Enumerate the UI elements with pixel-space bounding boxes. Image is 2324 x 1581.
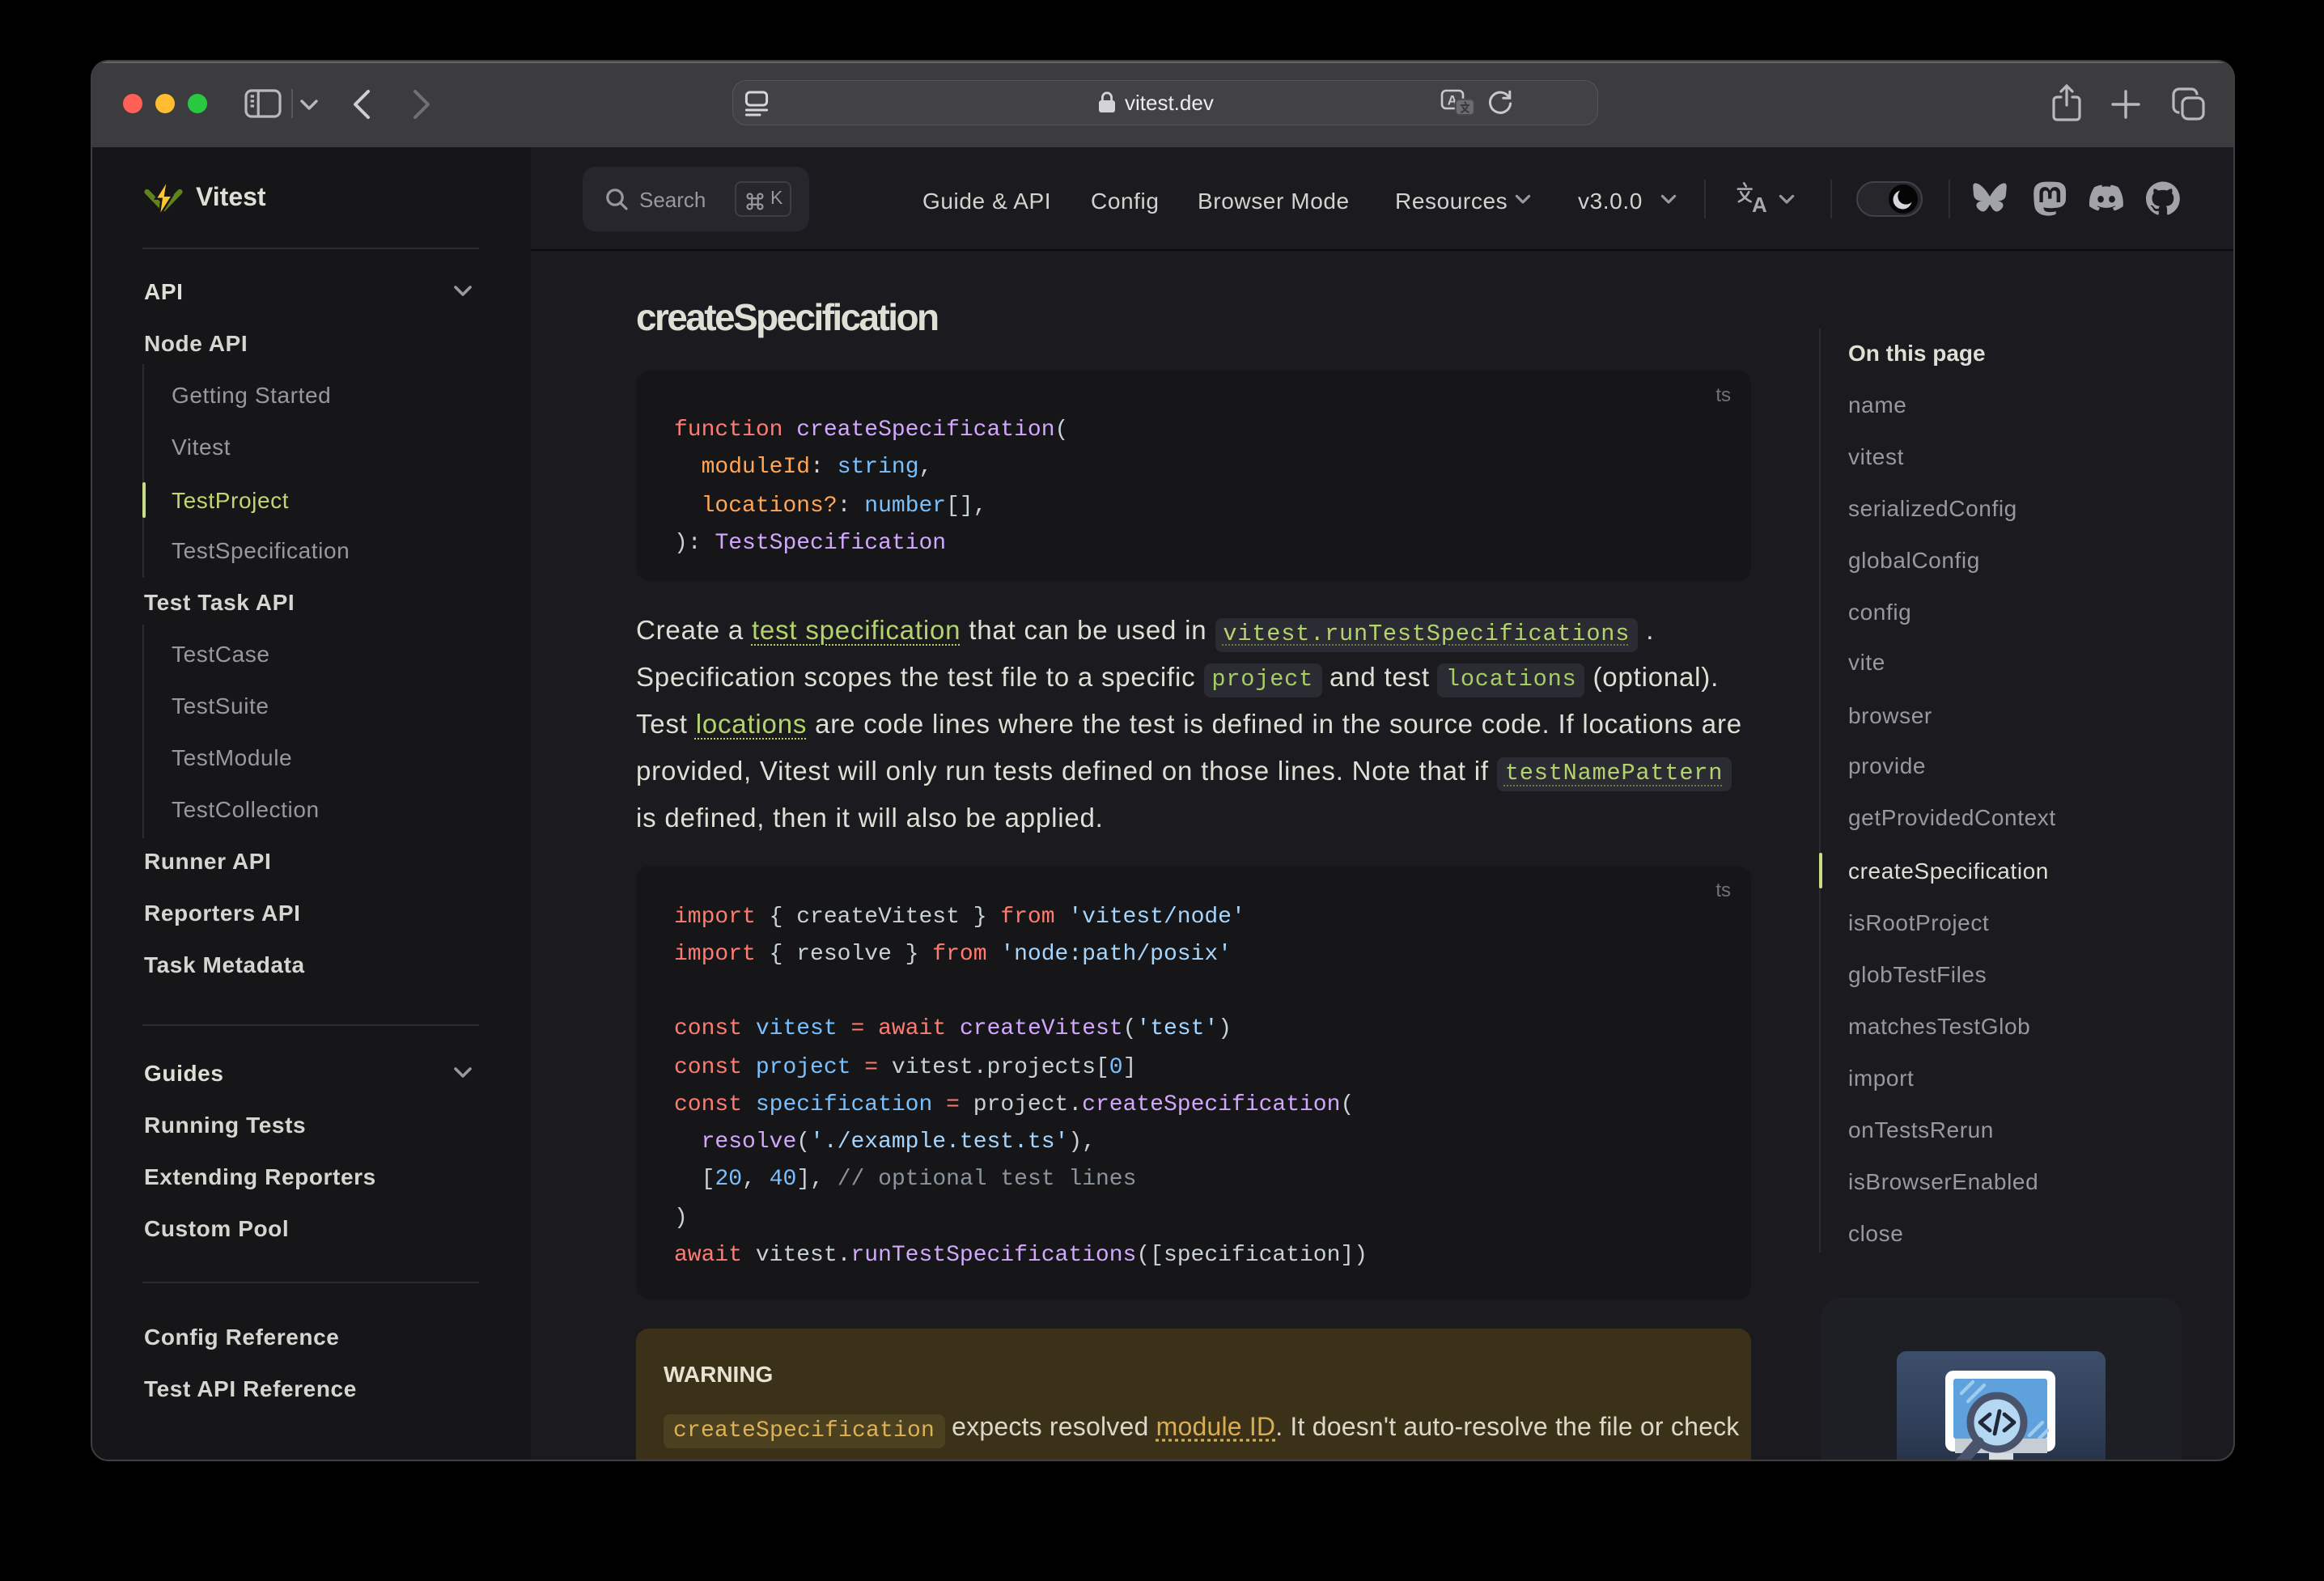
svg-text:A: A [1752,193,1767,217]
